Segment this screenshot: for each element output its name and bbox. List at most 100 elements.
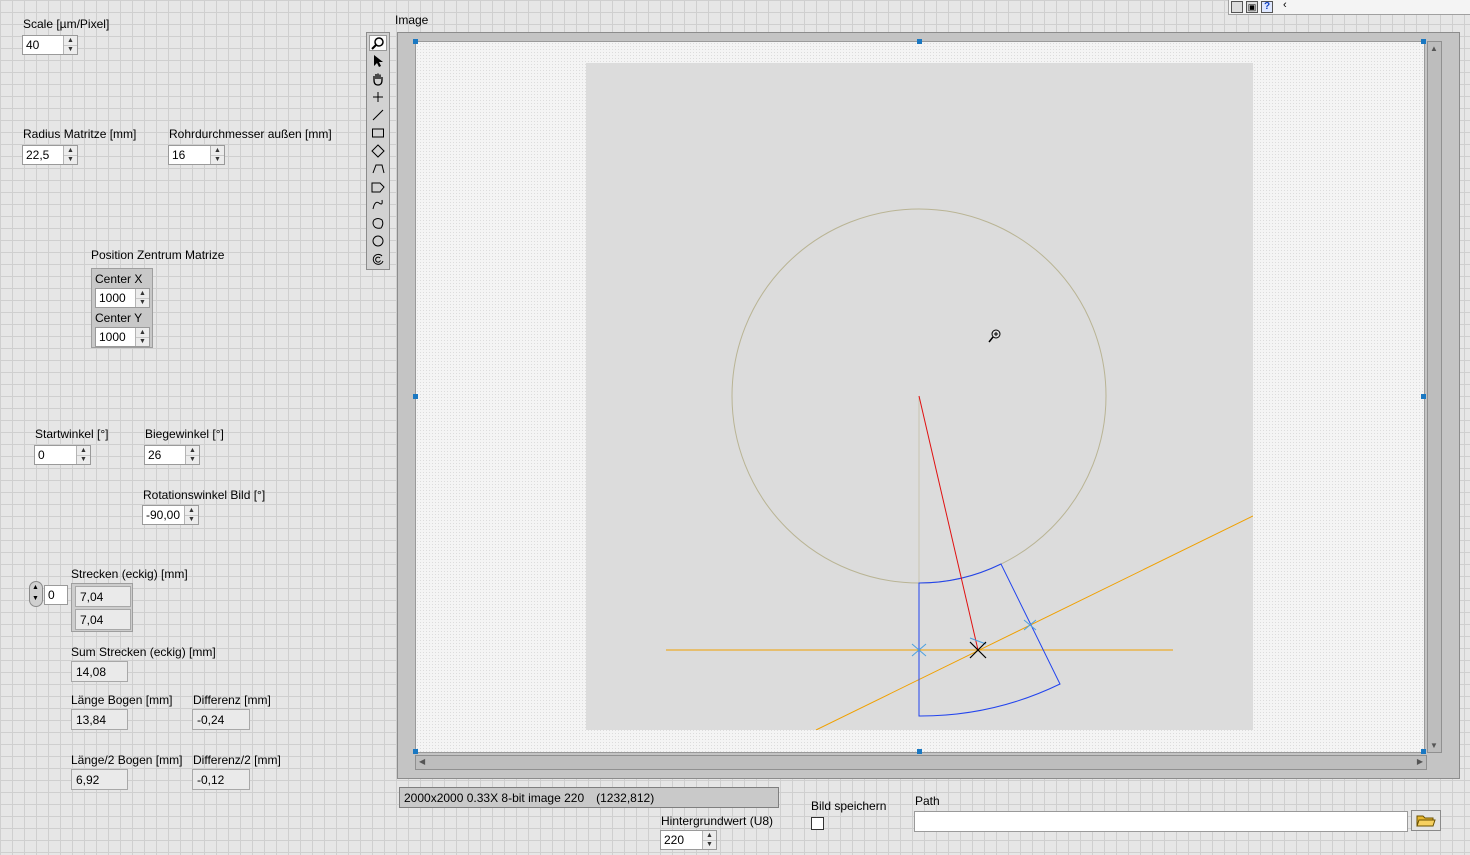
increment-icon[interactable]: ▲ <box>703 831 716 840</box>
rotationswinkel-spinner[interactable]: ▲ ▼ <box>184 506 198 524</box>
center-y-input[interactable]: 1000 ▲ ▼ <box>95 327 150 347</box>
browse-button[interactable] <box>1411 810 1441 831</box>
pan-tool-icon[interactable] <box>369 71 387 87</box>
resize-handle[interactable] <box>1421 39 1426 44</box>
resize-handle[interactable] <box>917 39 922 44</box>
broken-line-tool-icon[interactable] <box>369 179 387 195</box>
increment-icon[interactable]: ▲ <box>136 328 149 337</box>
vertical-scrollbar[interactable]: ▲ ▼ <box>1427 41 1442 753</box>
radius-matrize-spinner[interactable]: ▲ ▼ <box>63 146 77 164</box>
scroll-down-icon[interactable]: ▼ <box>1430 741 1438 750</box>
scale-label: Scale [µm/Pixel] <box>23 17 110 31</box>
help-icon[interactable]: ? <box>1261 1 1273 13</box>
decrement-icon[interactable]: ▼ <box>186 454 199 465</box>
lock-icon[interactable]: ▣ <box>1246 1 1258 13</box>
folder-icon <box>1416 815 1436 827</box>
array-index-spinner[interactable]: ▲ ▼ <box>29 581 43 607</box>
scroll-left-icon[interactable]: ◀ <box>419 757 425 766</box>
differenz-value: -0,24 <box>192 709 250 730</box>
startwinkel-input[interactable]: 0 ▲ ▼ <box>34 445 91 465</box>
center-x-spinner[interactable]: ▲ ▼ <box>135 289 149 307</box>
oval-tool-icon[interactable] <box>369 233 387 249</box>
position-label: Position Zentrum Matrize <box>91 248 225 262</box>
resize-handle[interactable] <box>413 39 418 44</box>
zoom-tool-icon[interactable] <box>369 35 387 51</box>
window-toolbar: ▣ ? ‹ <box>1228 0 1470 15</box>
rectangle-tool-icon[interactable] <box>369 125 387 141</box>
sum-strecken-value: 14,08 <box>71 661 128 682</box>
hintergrund-spinner[interactable]: ▲ ▼ <box>702 831 716 849</box>
differenz-halb-label: Differenz/2 [mm] <box>193 753 281 767</box>
image-canvas[interactable] <box>586 63 1253 730</box>
position-cluster: Center X 1000 ▲ ▼ Center Y 1000 ▲ ▼ <box>91 268 153 348</box>
line-tool-icon[interactable] <box>369 107 387 123</box>
bild-speichern-label: Bild speichern <box>811 799 887 813</box>
polygon-tool-icon[interactable] <box>369 161 387 177</box>
center-y-spinner[interactable]: ▲ ▼ <box>135 328 149 346</box>
decrement-icon[interactable]: ▼ <box>185 514 198 525</box>
resize-handle[interactable] <box>917 749 922 754</box>
freehand-region-tool-icon[interactable] <box>369 215 387 231</box>
strecken-array: 7,04 7,04 <box>71 583 133 632</box>
hintergrund-value: 220 <box>664 833 685 847</box>
decrement-icon[interactable]: ▼ <box>136 336 149 347</box>
laenge-halb-label: Länge/2 Bogen [mm] <box>71 753 183 767</box>
point-tool-icon[interactable] <box>369 89 387 105</box>
hintergrund-input[interactable]: 220 ▲ ▼ <box>660 830 717 850</box>
radius-matrize-input[interactable]: 22,5 ▲ ▼ <box>22 145 78 165</box>
strecken-element: 7,04 <box>75 609 131 630</box>
rotationswinkel-label: Rotationswinkel Bild [°] <box>143 488 266 502</box>
startwinkel-spinner[interactable]: ▲ ▼ <box>76 446 90 464</box>
increment-icon[interactable]: ▲ <box>211 146 224 155</box>
path-input[interactable] <box>914 811 1408 832</box>
increment-icon[interactable]: ▲ <box>185 506 198 515</box>
decrement-icon[interactable]: ▼ <box>77 454 90 465</box>
differenz-label: Differenz [mm] <box>193 693 271 707</box>
biegewinkel-label: Biegewinkel [°] <box>145 427 224 441</box>
bild-speichern-checkbox[interactable] <box>811 817 824 830</box>
increment-icon[interactable]: ▲ <box>32 584 39 591</box>
decrement-icon[interactable]: ▼ <box>703 839 716 850</box>
resize-handle[interactable] <box>1421 749 1426 754</box>
radius-matrize-value: 22,5 <box>26 148 50 162</box>
increment-icon[interactable]: ▲ <box>136 289 149 298</box>
rotationswinkel-input[interactable]: -90,00 ▲ ▼ <box>142 505 199 525</box>
center-x-input[interactable]: 1000 ▲ ▼ <box>95 288 150 308</box>
decrement-icon[interactable]: ▼ <box>136 297 149 308</box>
scale-input[interactable]: 40 ▲ ▼ <box>22 35 78 55</box>
resize-handle[interactable] <box>413 749 418 754</box>
sum-strecken-label: Sum Strecken (eckig) [mm] <box>71 645 216 659</box>
rohrdurchmesser-spinner[interactable]: ▲ ▼ <box>210 146 224 164</box>
cursor-coordinates: (1232,812) <box>596 790 655 805</box>
collapse-chevron-icon[interactable]: ‹ <box>1283 0 1287 11</box>
laenge-halb-value: 6,92 <box>71 769 128 790</box>
pointer-tool-icon[interactable] <box>369 53 387 69</box>
rotated-rectangle-tool-icon[interactable] <box>369 143 387 159</box>
biegewinkel-input[interactable]: 26 ▲ ▼ <box>144 445 200 465</box>
scroll-up-icon[interactable]: ▲ <box>1430 44 1438 53</box>
decrement-icon[interactable]: ▼ <box>32 595 39 602</box>
rohrdurchmesser-label: Rohrdurchmesser außen [mm] <box>169 127 332 141</box>
horizontal-scrollbar[interactable]: ◀ ▶ <box>415 755 1427 770</box>
scroll-right-icon[interactable]: ▶ <box>1417 757 1423 766</box>
biegewinkel-spinner[interactable]: ▲ ▼ <box>185 446 199 464</box>
increment-icon[interactable]: ▲ <box>64 36 77 45</box>
decrement-icon[interactable]: ▼ <box>211 154 224 165</box>
increment-icon[interactable]: ▲ <box>64 146 77 155</box>
array-index-input[interactable]: 0 <box>44 585 68 605</box>
increment-icon[interactable]: ▲ <box>186 446 199 455</box>
annulus-tool-icon[interactable] <box>369 251 387 267</box>
context-help-icon[interactable] <box>1231 1 1243 13</box>
scale-spinner[interactable]: ▲ ▼ <box>63 36 77 54</box>
rohrdurchmesser-value: 16 <box>172 148 186 162</box>
startwinkel-label: Startwinkel [°] <box>35 427 109 441</box>
path-label: Path <box>915 794 940 808</box>
decrement-icon[interactable]: ▼ <box>64 154 77 165</box>
decrement-icon[interactable]: ▼ <box>64 44 77 55</box>
resize-handle[interactable] <box>413 394 418 399</box>
freehand-line-tool-icon[interactable] <box>369 197 387 213</box>
resize-handle[interactable] <box>1421 394 1426 399</box>
increment-icon[interactable]: ▲ <box>77 446 90 455</box>
image-tool-palette <box>366 32 390 270</box>
rohrdurchmesser-input[interactable]: 16 ▲ ▼ <box>168 145 225 165</box>
